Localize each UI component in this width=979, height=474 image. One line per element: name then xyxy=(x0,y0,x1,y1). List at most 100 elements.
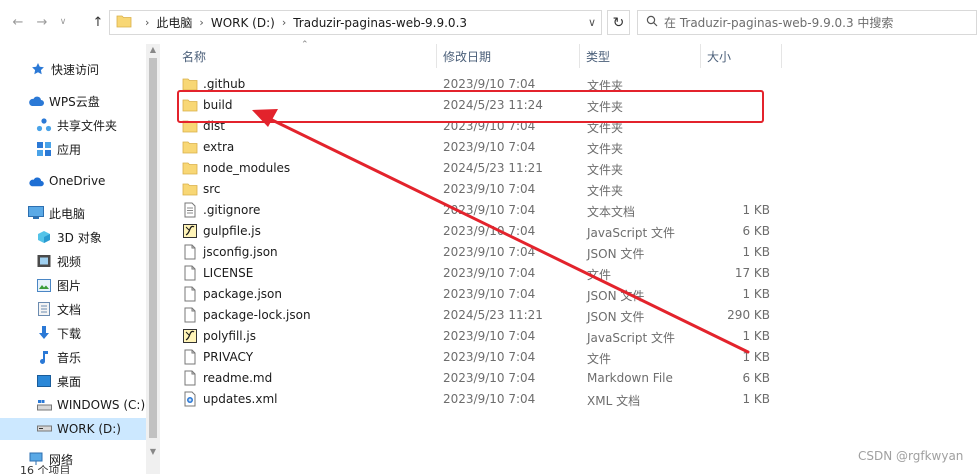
file-row-updates-xml[interactable]: updates.xml 2023/9/10 7:04 XML 文档 1 KB xyxy=(176,389,776,410)
nav-item-quick-access[interactable]: 快速访问 xyxy=(0,58,148,80)
text-file-icon xyxy=(182,202,198,218)
pictures-icon xyxy=(36,277,52,293)
file-type: Markdown File xyxy=(587,371,673,385)
forward-button[interactable]: → xyxy=(32,12,52,32)
file-modified-date: 2024/5/23 11:21 xyxy=(443,161,543,175)
file-size: 1 KB xyxy=(742,392,770,406)
wps-cloud-icon xyxy=(28,93,44,109)
file-type: 文件夹 xyxy=(587,79,624,93)
file-name: dist xyxy=(203,119,225,133)
nav-scrollbar[interactable]: ▲ ▼ xyxy=(146,44,160,474)
file-size: 1 KB xyxy=(742,245,770,259)
breadcrumb-current-folder[interactable]: Traduzir-paginas-web-9.9.0.3 xyxy=(293,16,467,30)
video-icon xyxy=(36,253,52,269)
file-name: LICENSE xyxy=(203,266,254,280)
nav-item-music[interactable]: 音乐 xyxy=(0,346,148,368)
file-modified-date: 2024/5/23 11:21 xyxy=(443,308,543,322)
file-row-node-modules[interactable]: node_modules 2024/5/23 11:21 文件夹 xyxy=(176,158,776,179)
up-button[interactable]: ↑ xyxy=(88,12,108,32)
file-row-privacy[interactable]: PRIVACY 2023/9/10 7:04 文件 1 KB xyxy=(176,347,776,368)
recent-locations-button[interactable]: ∨ xyxy=(56,12,70,32)
address-bar[interactable]: › 此电脑 › WORK (D:) › Traduzir-paginas-web… xyxy=(109,10,602,35)
3d-objects-icon xyxy=(36,229,52,245)
nav-item-onedrive[interactable]: OneDrive xyxy=(0,170,148,192)
file-size: 1 KB xyxy=(742,203,770,217)
file-name: build xyxy=(203,98,233,112)
scroll-up-icon[interactable]: ▲ xyxy=(149,46,157,54)
nav-item-video[interactable]: 视频 xyxy=(0,250,148,272)
file-name: package.json xyxy=(203,287,283,301)
blank-file-icon xyxy=(182,349,198,365)
file-row-package-lock-json[interactable]: package-lock.json 2024/5/23 11:21 JSON 文件 2… xyxy=(176,305,776,326)
file-row-gitignore[interactable]: .gitignore 2023/9/10 7:04 文本文档 1 KB xyxy=(176,200,776,221)
folder-icon xyxy=(182,97,198,113)
file-row-build[interactable]: build 2024/5/23 11:24 文件夹 xyxy=(176,95,776,116)
file-row-dist[interactable]: dist 2023/9/10 7:04 文件夹 xyxy=(176,116,776,137)
column-header-size[interactable]: 大小 xyxy=(701,44,781,68)
file-type: 文本文档 xyxy=(587,205,636,219)
blank-file-icon xyxy=(182,370,198,386)
desktop-icon xyxy=(36,373,52,389)
scroll-down-icon[interactable]: ▼ xyxy=(149,448,157,456)
file-row-package-json[interactable]: package.json 2023/9/10 7:04 JSON 文件 1 KB xyxy=(176,284,776,305)
nav-item-downloads[interactable]: 下载 xyxy=(0,322,148,344)
nav-item-3d-objects[interactable]: 3D 对象 xyxy=(0,226,148,248)
file-size: 1 KB xyxy=(742,287,770,301)
nav-item-drive-c[interactable]: WINDOWS (C:) xyxy=(0,394,148,416)
address-row: ← → ∨ ↑ › 此电脑 › WORK (D:) › Traduzir-pag… xyxy=(0,0,979,44)
nav-label: 音乐 xyxy=(57,350,82,365)
download-icon xyxy=(36,325,52,341)
nav-item-this-pc[interactable]: 此电脑 xyxy=(0,202,148,224)
nav-item-shared-folder[interactable]: 共享文件夹 xyxy=(0,114,148,136)
column-header-name[interactable]: 名称 xyxy=(176,44,436,68)
file-name: polyfill.js xyxy=(203,329,257,343)
file-row-github[interactable]: .github 2023/9/10 7:04 文件夹 xyxy=(176,74,776,95)
address-history-dropdown[interactable]: ∨ xyxy=(584,12,600,32)
blank-file-icon xyxy=(182,265,198,281)
nav-item-documents[interactable]: 文档 xyxy=(0,298,148,320)
shared-folder-icon xyxy=(36,117,52,133)
file-row-src[interactable]: src 2023/9/10 7:04 文件夹 xyxy=(176,179,776,200)
column-header-type[interactable]: 类型 xyxy=(580,44,700,68)
watermark-text: CSDN @rgfkwyan xyxy=(858,449,964,463)
file-modified-date: 2023/9/10 7:04 xyxy=(443,245,536,259)
file-row-gulpfile-js[interactable]: gulpfile.js 2023/9/10 7:04 JavaScript 文件 6 … xyxy=(176,221,776,242)
file-name: package-lock.json xyxy=(203,308,311,322)
back-button[interactable]: ← xyxy=(8,12,28,32)
nav-label: WORK (D:) xyxy=(57,422,121,436)
nav-item-apps[interactable]: 应用 xyxy=(0,138,148,160)
file-row-polyfill-js[interactable]: polyfill.js 2023/9/10 7:04 JavaScript 文件 1 … xyxy=(176,326,776,347)
column-header-date[interactable]: 修改日期 xyxy=(437,44,579,68)
nav-item-drive-d[interactable]: WORK (D:) xyxy=(0,418,148,440)
chevron-down-icon: ∨ xyxy=(587,15,597,29)
file-row-jsconfig-json[interactable]: jsconfig.json 2023/9/10 7:04 JSON 文件 1 KB xyxy=(176,242,776,263)
file-row-extra[interactable]: extra 2023/9/10 7:04 文件夹 xyxy=(176,137,776,158)
nav-item-desktop[interactable]: 桌面 xyxy=(0,370,148,392)
column-divider[interactable] xyxy=(781,44,782,68)
scrollbar-thumb[interactable] xyxy=(149,58,157,438)
file-type: 文件夹 xyxy=(587,142,624,156)
breadcrumb-separator: › xyxy=(199,16,204,29)
file-size: 6 KB xyxy=(742,371,770,385)
nav-label: 此电脑 xyxy=(49,206,86,221)
drive-d-icon xyxy=(36,421,52,437)
file-type: JSON 文件 xyxy=(587,310,645,324)
search-input[interactable]: 在 Traduzir-paginas-web-9.9.0.3 中搜索 xyxy=(637,10,977,35)
nav-label: 文档 xyxy=(57,302,82,317)
apps-icon xyxy=(36,141,52,157)
file-row-license[interactable]: LICENSE 2023/9/10 7:04 文件 17 KB xyxy=(176,263,776,284)
arrow-right-icon: → xyxy=(36,14,48,30)
file-type: 文件夹 xyxy=(587,121,624,135)
nav-item-wps-cloud[interactable]: WPS云盘 xyxy=(0,90,148,112)
script-file-icon xyxy=(182,223,198,239)
file-list: ⌃ 名称 修改日期 类型 大小 .github 2023/9/10 7:04 文件夹… xyxy=(160,40,979,474)
file-name: .github xyxy=(203,77,246,91)
refresh-icon: ↻ xyxy=(612,14,625,31)
file-type: 文件 xyxy=(587,268,612,282)
breadcrumb-work-drive[interactable]: WORK (D:) xyxy=(211,16,275,30)
refresh-button[interactable]: ↻ xyxy=(607,10,630,35)
file-row-readme-md[interactable]: readme.md 2023/9/10 7:04 Markdown File 6 KB xyxy=(176,368,776,389)
file-type: JavaScript 文件 xyxy=(587,226,675,240)
nav-item-pictures[interactable]: 图片 xyxy=(0,274,148,296)
breadcrumb-this-pc[interactable]: 此电脑 xyxy=(156,14,192,31)
